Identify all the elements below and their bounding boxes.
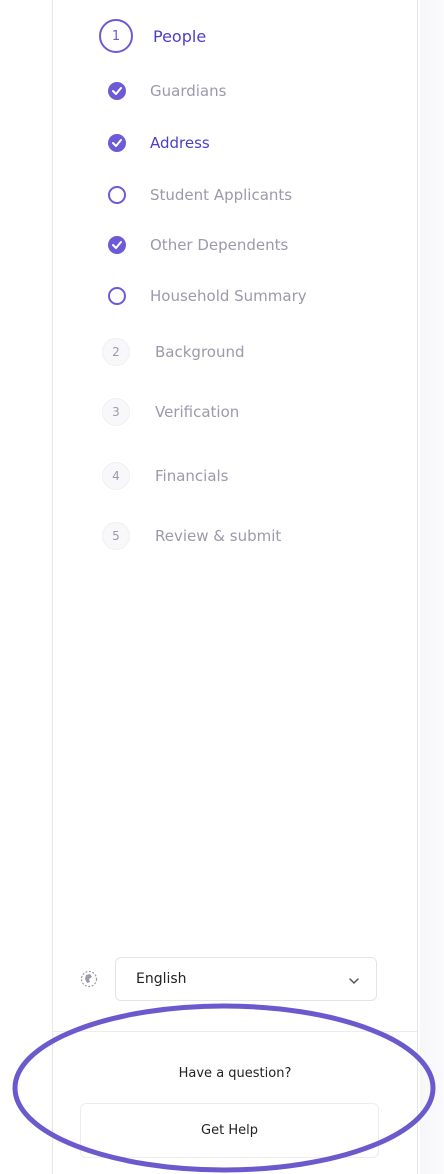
divider: [53, 1031, 417, 1032]
check-circle-icon: [108, 82, 126, 100]
step-verification[interactable]: 3 Verification: [102, 397, 239, 427]
empty-circle-icon: [108, 186, 126, 204]
step-number: 2: [102, 338, 130, 366]
substep-label: Student Applicants: [150, 186, 293, 204]
steps-sidebar: 1 People Guardians Address Student Appli…: [52, 0, 418, 1174]
step-number: 4: [102, 462, 130, 490]
language-value: English: [136, 971, 187, 987]
substep-label: Household Summary: [150, 287, 307, 305]
help-question: Have a question?: [178, 1066, 292, 1081]
substep-label: Address: [150, 134, 210, 152]
step-background[interactable]: 2 Background: [102, 337, 245, 367]
content-edge: [420, 0, 444, 1174]
step-label: Verification: [155, 403, 240, 421]
step-financials[interactable]: 4 Financials: [102, 461, 229, 491]
substep-label: Other Dependents: [150, 236, 289, 254]
check-circle-icon: [108, 134, 126, 152]
language-select[interactable]: English: [115, 957, 377, 1001]
step-label: Financials: [155, 467, 229, 485]
substep-other-dependents[interactable]: Other Dependents: [108, 233, 288, 257]
step-number: 5: [102, 522, 130, 550]
app-frame: 1 People Guardians Address Student Appli…: [0, 0, 444, 1174]
substep-guardians[interactable]: Guardians: [108, 79, 226, 103]
check-circle-icon: [108, 236, 126, 254]
substep-student-applicants[interactable]: Student Applicants: [108, 183, 292, 207]
substep-household-summary[interactable]: Household Summary: [108, 284, 307, 308]
step-people[interactable]: 1 People: [99, 17, 206, 55]
step-label: People: [153, 26, 207, 46]
language-row: English: [79, 957, 377, 1001]
globe-icon: [79, 969, 99, 989]
substep-label: Guardians: [150, 82, 227, 100]
empty-circle-icon: [108, 287, 126, 305]
chevron-down-icon: [348, 970, 360, 989]
substep-address[interactable]: Address: [108, 131, 210, 155]
step-label: Background: [155, 343, 245, 361]
step-review-submit[interactable]: 5 Review & submit: [102, 521, 281, 551]
get-help-button[interactable]: Get Help: [80, 1103, 379, 1158]
step-number: 3: [102, 398, 130, 426]
step-label: Review & submit: [155, 527, 282, 545]
step-number-circle: 1: [99, 19, 133, 53]
